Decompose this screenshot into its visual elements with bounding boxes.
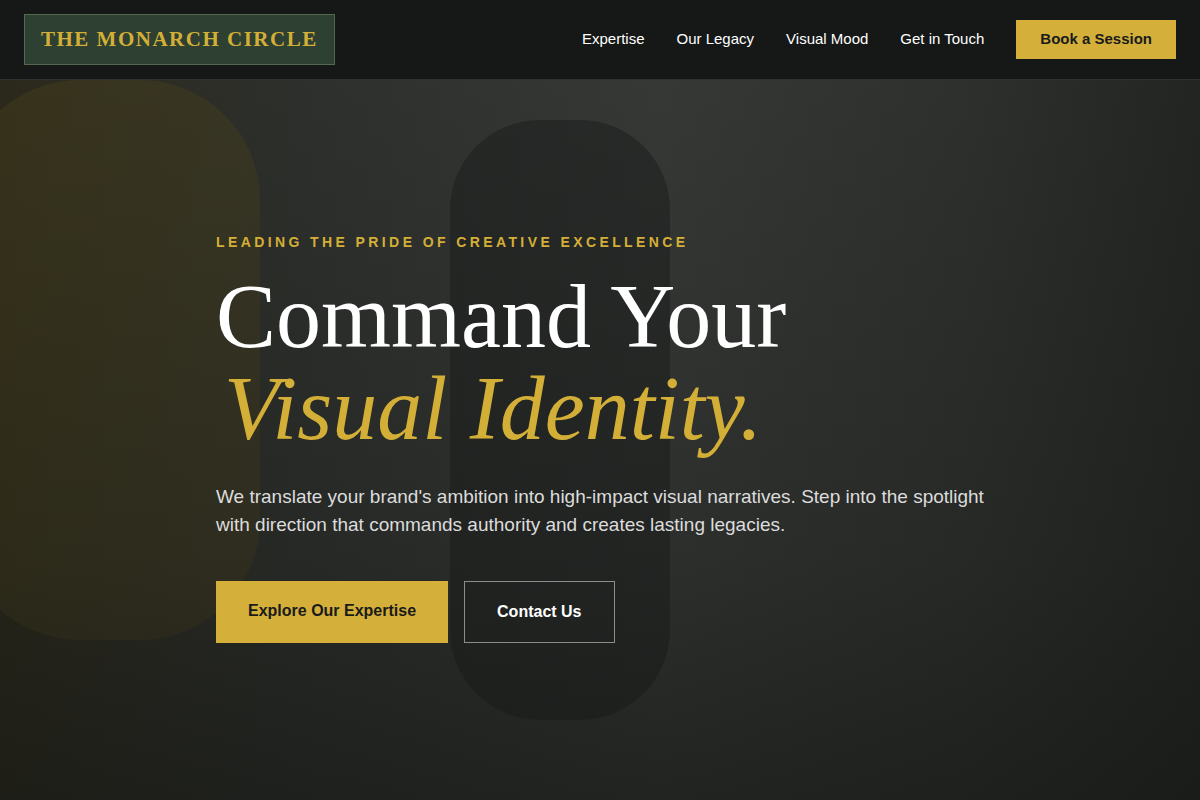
hero-content: LEADING THE PRIDE OF CREATIVE EXCELLENCE… xyxy=(0,80,1200,643)
main-nav: Expertise Our Legacy Visual Mood Get in Tou… xyxy=(582,20,1176,59)
brand-logo[interactable]: THE MONARCH CIRCLE xyxy=(24,14,335,66)
book-session-button[interactable]: Book a Session xyxy=(1016,20,1176,59)
hero-title-line: Command Your xyxy=(216,271,786,363)
hero-title-accent: Visual Identity. xyxy=(216,363,786,455)
hero-eyebrow: LEADING THE PRIDE OF CREATIVE EXCELLENCE xyxy=(216,232,689,253)
contact-us-button[interactable]: Contact Us xyxy=(464,581,614,643)
brand-name: THE MONARCH CIRCLE xyxy=(41,24,318,56)
explore-expertise-button[interactable]: Explore Our Expertise xyxy=(216,581,448,643)
nav-link[interactable]: Visual Mood xyxy=(786,28,868,51)
hero-description: We translate your brand's ambition into … xyxy=(216,483,1006,539)
nav-link[interactable]: Expertise xyxy=(582,28,645,51)
nav-links: Expertise Our Legacy Visual Mood Get in Tou… xyxy=(582,28,984,51)
hero-title: Command YourVisual Identity. xyxy=(216,271,786,455)
nav-link[interactable]: Get in Touch xyxy=(900,28,984,51)
site-header: THE MONARCH CIRCLE Expertise Our Legacy Vis… xyxy=(0,0,1200,80)
nav-link[interactable]: Our Legacy xyxy=(677,28,755,51)
hero-buttons: Explore Our Expertise Contact Us xyxy=(216,581,615,643)
